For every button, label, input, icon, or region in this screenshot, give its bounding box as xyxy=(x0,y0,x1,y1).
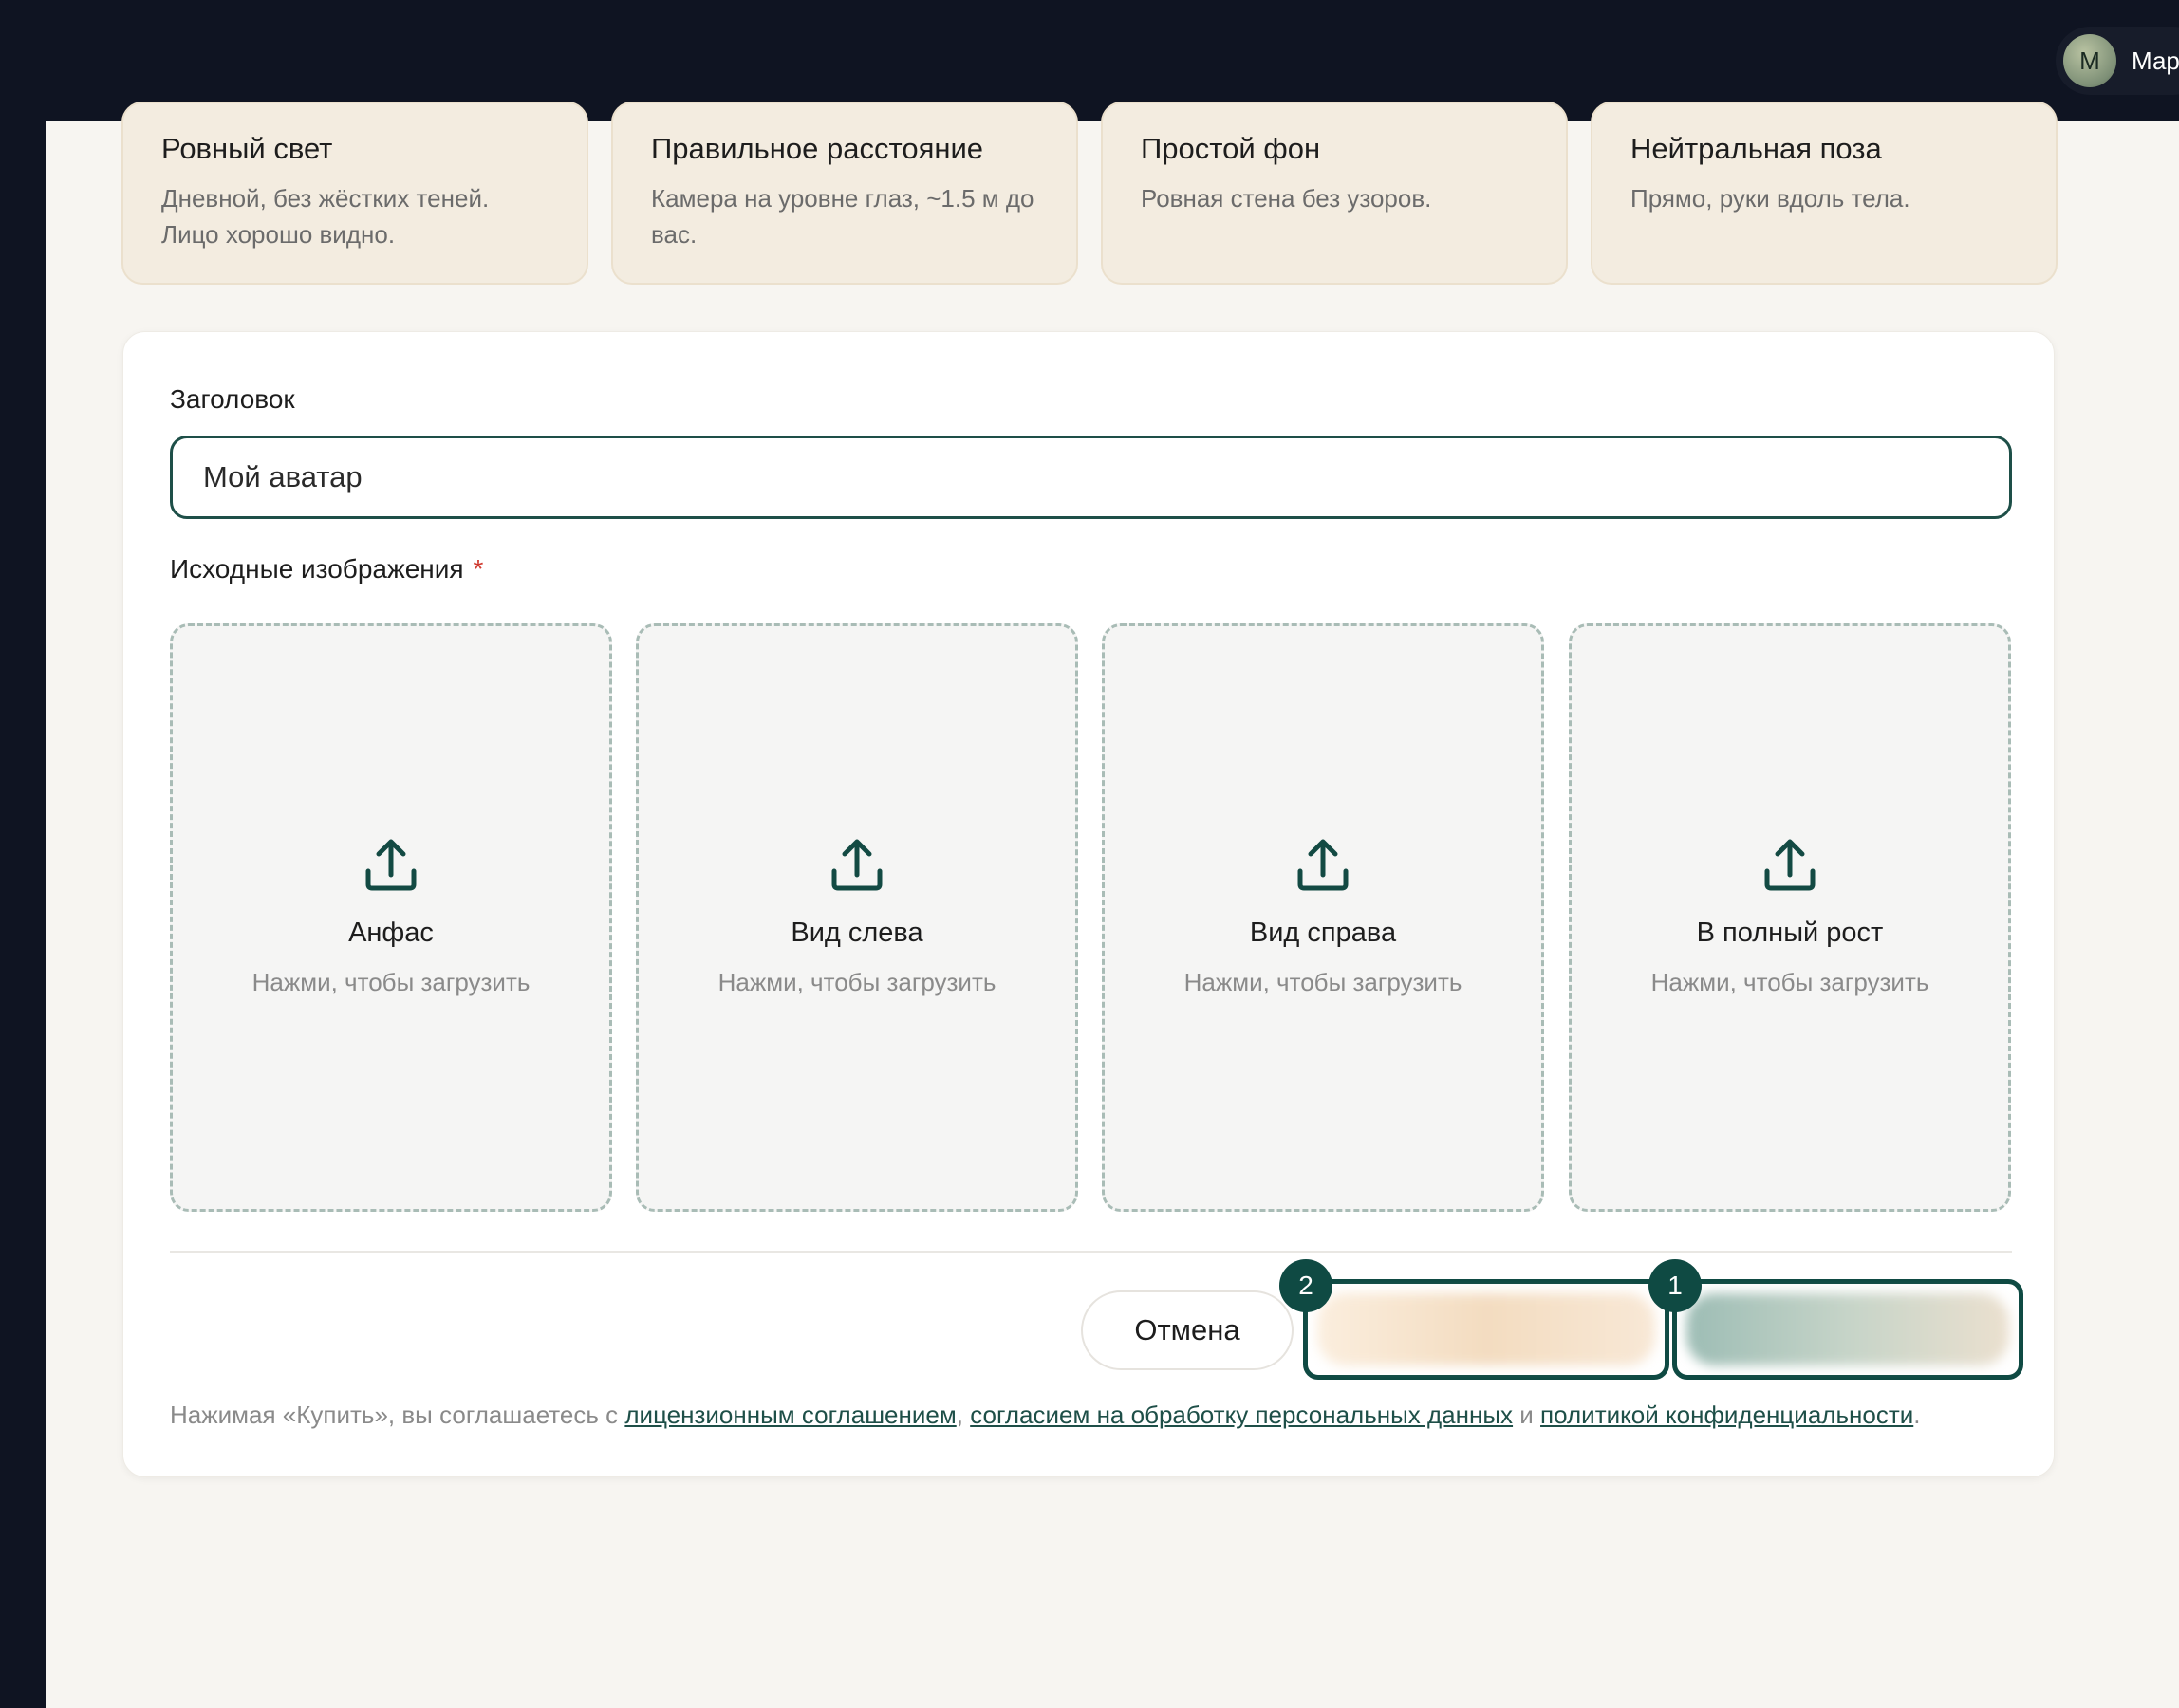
legal-separator: и xyxy=(1513,1401,1541,1429)
slot-hint: Нажми, чтобы загрузить xyxy=(717,968,996,996)
tip-title: Правильное расстояние xyxy=(651,132,984,165)
user-name: Мар xyxy=(2132,46,2179,75)
avatar: M xyxy=(2063,34,2116,87)
step-badge-1: 1 xyxy=(1648,1259,1702,1312)
tip-card-pose: Нейтральная поза Прямо, руки вдоль тела. xyxy=(1591,102,2058,285)
secondary-action-button[interactable]: 2 xyxy=(1279,1259,1669,1380)
tip-text: Дневной, без жёстких теней. Лицо хорошо … xyxy=(161,184,490,249)
slot-title: Анфас xyxy=(348,918,434,948)
slot-hint: Нажми, чтобы загрузить xyxy=(1650,968,1929,996)
images-label: Исходные изображения * xyxy=(170,554,483,585)
avatar-form-card: Заголовок Исходные изображения * Анфас На… xyxy=(122,331,2055,1477)
tip-title: Ровный свет xyxy=(161,132,333,165)
upload-icon xyxy=(1764,839,1816,891)
title-input[interactable] xyxy=(170,436,2012,519)
photo-tips: Ровный свет Дневной, без жёстких теней. … xyxy=(121,102,2058,285)
title-label: Заголовок xyxy=(170,384,295,414)
tip-card-background: Простой фон Ровная стена без узоров. xyxy=(1101,102,1568,285)
slot-hint: Нажми, чтобы загрузить xyxy=(251,968,531,996)
personal-data-consent-link[interactable]: согласием на обработку персональных данн… xyxy=(970,1401,1513,1429)
tip-text: Камера на уровне глаз, ~1.5 м до вас. xyxy=(651,184,1034,249)
tip-card-light: Ровный свет Дневной, без жёстких теней. … xyxy=(121,102,588,285)
license-agreement-link[interactable]: лицензионным соглашением xyxy=(624,1401,956,1429)
required-mark: * xyxy=(473,554,484,584)
legal-prefix: Нажимая «Купить», вы соглашаетесь с xyxy=(170,1401,625,1429)
tip-title: Простой фон xyxy=(1141,132,1321,165)
blurred-button-content xyxy=(1317,1293,1655,1365)
upload-icon xyxy=(831,839,883,891)
tip-title: Нейтральная поза xyxy=(1630,132,1882,165)
tip-text: Прямо, руки вдоль тела. xyxy=(1630,184,1910,213)
divider xyxy=(170,1251,2012,1253)
tip-card-distance: Правильное расстояние Камера на уровне г… xyxy=(611,102,1078,285)
tip-text: Ровная стена без узоров. xyxy=(1141,184,1432,213)
slot-title: В полный рост xyxy=(1696,918,1884,948)
left-sidebar xyxy=(0,121,46,1708)
primary-action-button[interactable]: 1 xyxy=(1648,1259,2023,1380)
upload-slot-right[interactable]: Вид справа Нажми, чтобы загрузить xyxy=(1102,623,1544,1212)
slot-hint: Нажми, чтобы загрузить xyxy=(1183,968,1462,996)
upload-slot-front[interactable]: Анфас Нажми, чтобы загрузить xyxy=(170,623,612,1212)
step-badge-2: 2 xyxy=(1279,1259,1332,1312)
images-label-text: Исходные изображения xyxy=(170,554,464,584)
legal-suffix: . xyxy=(1913,1401,1921,1429)
blurred-button-content xyxy=(1686,1293,2009,1365)
slot-title: Вид справа xyxy=(1249,918,1397,948)
upload-icon xyxy=(365,839,417,891)
slot-title: Вид слева xyxy=(791,918,923,948)
privacy-policy-link[interactable]: политикой конфиденциальности xyxy=(1540,1401,1913,1429)
cancel-button[interactable]: Отмена xyxy=(1081,1290,1294,1370)
legal-separator: , xyxy=(956,1401,971,1429)
upload-slot-left[interactable]: Вид слева Нажми, чтобы загрузить xyxy=(636,623,1078,1212)
upload-slot-full-body[interactable]: В полный рост Нажми, чтобы загрузить xyxy=(1569,623,2011,1212)
user-menu[interactable]: M Мар xyxy=(2056,27,2179,95)
legal-notice: Нажимая «Купить», вы соглашаетесь с лице… xyxy=(170,1401,1920,1430)
upload-icon xyxy=(1297,839,1349,891)
